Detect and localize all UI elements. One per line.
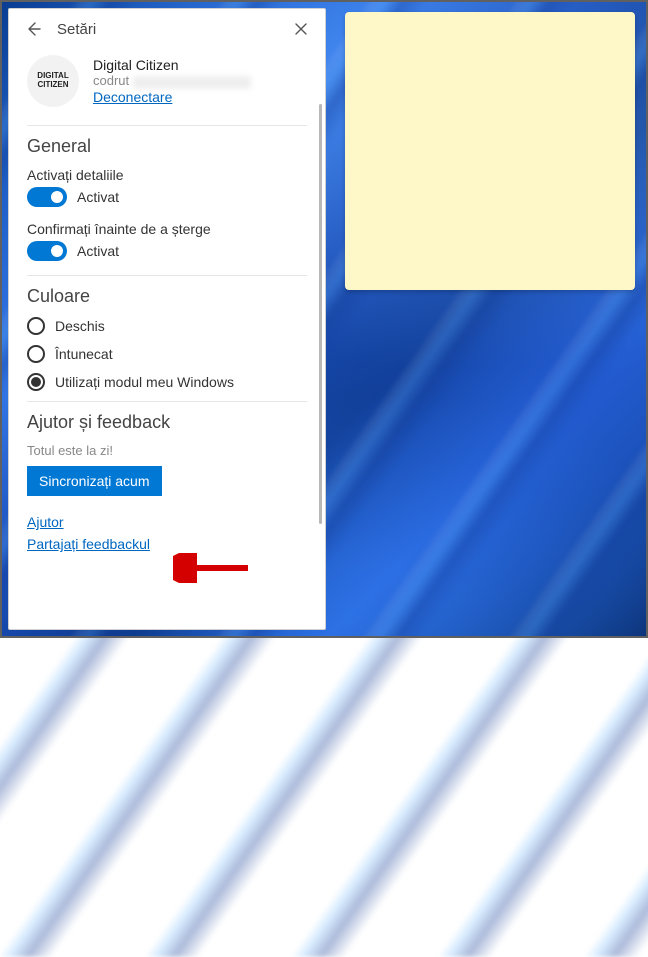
sticky-note[interactable] (345, 12, 635, 290)
section-title-color: Culoare (27, 286, 307, 307)
section-title-help: Ajutor și feedback (27, 412, 307, 433)
radio-label: Deschis (55, 318, 105, 334)
account-info: Digital Citizen codrut Deconectare (93, 57, 307, 104)
back-button[interactable] (21, 17, 45, 41)
section-title-general: General (27, 136, 307, 157)
radio-icon (27, 345, 45, 363)
page-title: Setări (57, 21, 277, 38)
share-feedback-link[interactable]: Partajați feedbackul (27, 536, 307, 552)
panel-body: DIGITAL CITIZEN Digital Citizen codrut D… (9, 49, 325, 629)
signout-link[interactable]: Deconectare (93, 89, 172, 105)
account-section: DIGITAL CITIZEN Digital Citizen codrut D… (27, 49, 307, 123)
panel-header: Setări (9, 9, 325, 49)
account-email: codrut (93, 73, 307, 88)
divider (27, 125, 307, 126)
sync-now-button[interactable]: Sincronizați acum (27, 466, 162, 496)
confirm-delete-toggle-state: Activat (77, 243, 119, 259)
sync-status-text: Totul este la zi! (27, 443, 307, 458)
close-icon (294, 22, 308, 36)
color-option-light[interactable]: Deschis (27, 317, 307, 335)
confirm-delete-toggle-row: Activat (27, 241, 307, 261)
radio-icon (27, 317, 45, 335)
insights-toggle[interactable] (27, 187, 67, 207)
account-email-prefix: codrut (93, 73, 129, 88)
scrollbar[interactable] (319, 104, 322, 524)
radio-icon-selected (27, 373, 45, 391)
divider (27, 401, 307, 402)
avatar: DIGITAL CITIZEN (27, 55, 79, 107)
help-link[interactable]: Ajutor (27, 514, 307, 530)
settings-panel: Setări DIGITAL CITIZEN Digital Citizen c… (8, 8, 326, 630)
close-button[interactable] (289, 17, 313, 41)
confirm-delete-toggle[interactable] (27, 241, 67, 261)
color-option-windows[interactable]: Utilizați modul meu Windows (27, 373, 307, 391)
insights-toggle-state: Activat (77, 189, 119, 205)
account-email-blurred (133, 76, 251, 89)
insights-label: Activați detaliile (27, 167, 307, 183)
color-option-dark[interactable]: Întunecat (27, 345, 307, 363)
confirm-delete-label: Confirmați înainte de a șterge (27, 221, 307, 237)
radio-label: Întunecat (55, 346, 113, 362)
insights-toggle-row: Activat (27, 187, 307, 207)
account-name: Digital Citizen (93, 57, 307, 73)
arrow-left-icon (25, 21, 41, 37)
radio-label: Utilizați modul meu Windows (55, 374, 234, 390)
divider (27, 275, 307, 276)
